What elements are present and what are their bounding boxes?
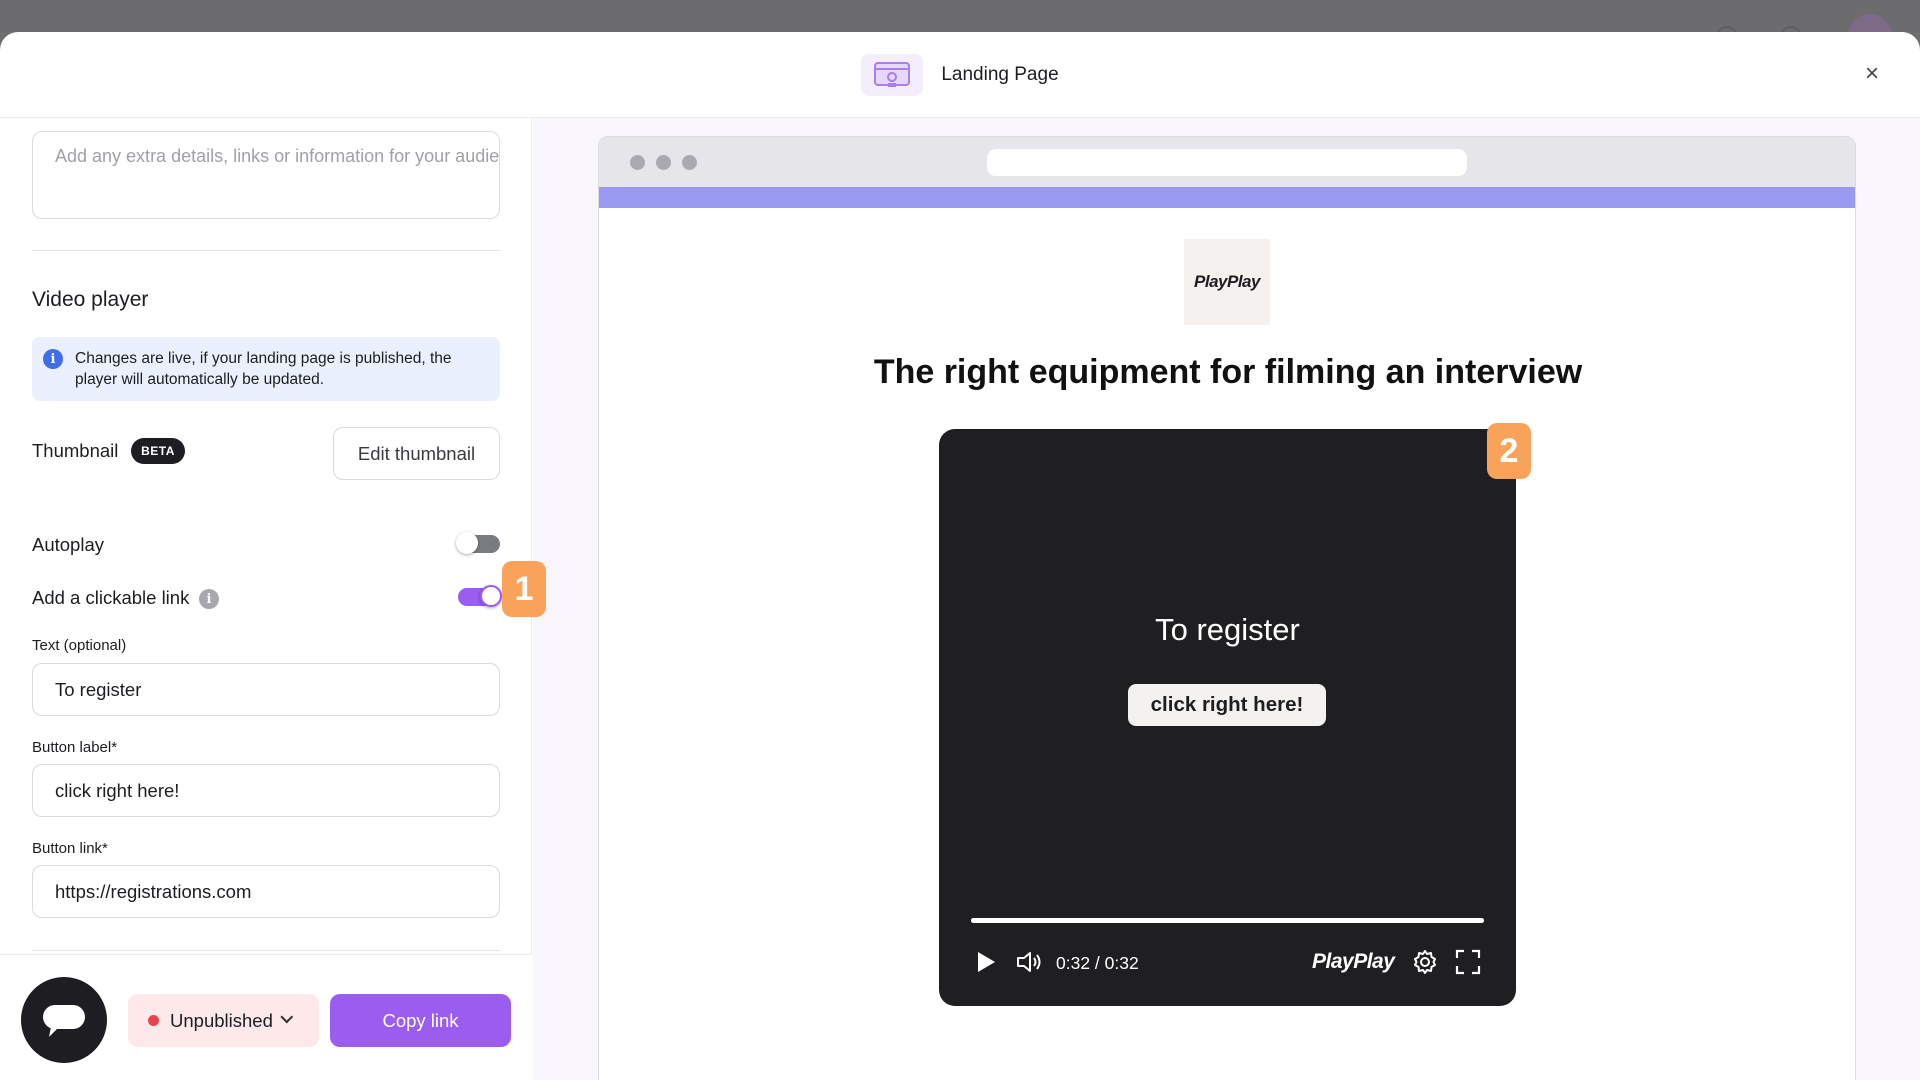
video-progress-fill <box>971 918 1484 923</box>
beta-badge: BETA <box>131 438 185 464</box>
gear-icon[interactable] <box>1411 948 1439 976</box>
section-divider <box>32 250 500 251</box>
settings-panel: Add any extra details, links or informat… <box>0 118 532 1080</box>
window-dot-icon <box>630 155 645 170</box>
modal-title: Landing Page <box>941 63 1059 85</box>
text-input[interactable]: To register <box>32 663 500 716</box>
landing-page-modal: Landing Page × Add any extra details, li… <box>0 32 1920 1080</box>
clickable-link-label: Add a clickable link <box>32 587 190 608</box>
landing-page-icon <box>861 53 924 96</box>
toggle-knob <box>456 532 478 554</box>
step-badge-1: 1 <box>502 561 546 617</box>
player-brand-logo: PlayPlay <box>1312 950 1395 973</box>
clickable-link-toggle[interactable] <box>458 585 502 607</box>
play-icon[interactable] <box>975 948 997 976</box>
button-link-input[interactable]: https://registrations.com <box>32 865 500 918</box>
button-label-input[interactable]: click right here! <box>32 764 500 817</box>
brand-color-strip <box>599 187 1855 208</box>
video-cta-button[interactable]: click right here! <box>1128 684 1326 726</box>
video-overlay-text: To register <box>1155 612 1300 647</box>
status-label: Unpublished <box>170 1009 273 1031</box>
description-textarea[interactable]: Add any extra details, links or informat… <box>32 131 500 219</box>
edit-thumbnail-button[interactable]: Edit thumbnail <box>333 427 500 480</box>
live-changes-info-box: i Changes are live, if your landing page… <box>32 337 500 401</box>
video-player-section-title: Video player <box>32 288 149 311</box>
preview-panel: PlayPlay The right equipment for filming… <box>533 118 1920 1080</box>
autoplay-label: Autoplay <box>32 534 104 555</box>
landing-page-heading: The right equipment for filming an inter… <box>873 353 1583 391</box>
status-dot-icon <box>148 1015 159 1026</box>
video-player[interactable]: To register click right here! 0:32 / 0:3… <box>939 429 1516 1006</box>
video-time: 0:32 / 0:32 <box>1056 953 1139 973</box>
text-field-label: Text (optional) <box>32 637 127 654</box>
step-badge-2: 2 <box>1487 423 1531 479</box>
publish-status-dropdown[interactable]: Unpublished <box>128 994 319 1047</box>
info-text: Changes are live, if your landing page i… <box>75 350 452 388</box>
section-divider <box>32 950 500 951</box>
volume-icon[interactable] <box>1015 948 1045 976</box>
thumbnail-label: Thumbnail <box>32 440 119 461</box>
window-dot-icon <box>682 155 697 170</box>
toggle-knob <box>480 585 502 607</box>
browser-mockup: PlayPlay The right equipment for filming… <box>598 136 1856 1080</box>
modal-header: Landing Page × <box>0 32 1920 118</box>
fullscreen-icon[interactable] <box>1454 948 1482 976</box>
background-app-bar <box>0 0 1920 32</box>
browser-toolbar <box>599 137 1855 187</box>
close-icon[interactable]: × <box>1858 60 1886 88</box>
button-link-field-label: Button link* <box>32 840 108 857</box>
autoplay-toggle[interactable] <box>456 532 500 554</box>
chat-icon[interactable] <box>21 977 107 1063</box>
url-bar <box>987 149 1467 176</box>
brand-logo: PlayPlay <box>1184 239 1270 325</box>
info-icon: i <box>43 349 63 369</box>
help-icon[interactable]: i <box>199 589 219 609</box>
window-dot-icon <box>656 155 671 170</box>
chevron-down-icon <box>280 1010 294 1024</box>
copy-link-button[interactable]: Copy link <box>330 994 511 1047</box>
video-progress-bar[interactable] <box>971 918 1484 923</box>
button-label-field-label: Button label* <box>32 739 118 756</box>
